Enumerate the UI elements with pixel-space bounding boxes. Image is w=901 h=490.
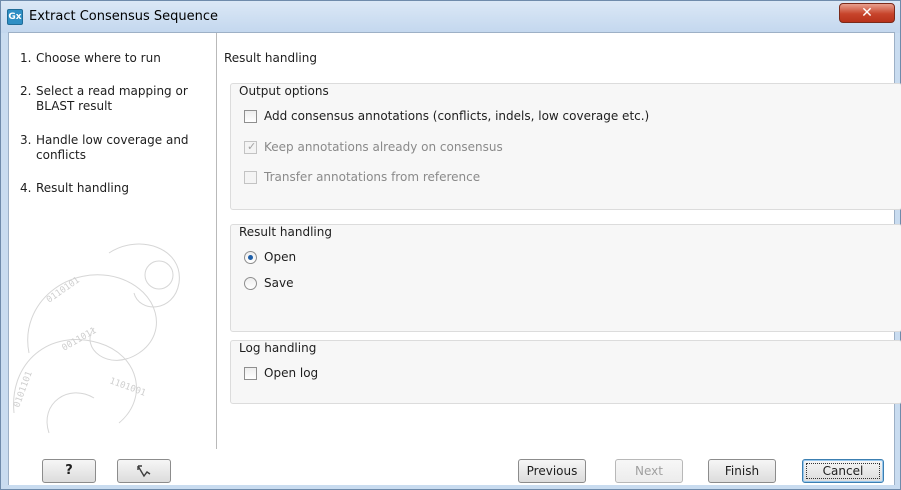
close-button[interactable]: ✕ (839, 3, 895, 23)
dialog-window: Gx Extract Consensus Sequence ✕ 1. Choos… (0, 0, 901, 490)
title-bar[interactable]: Gx Extract Consensus Sequence ✕ (1, 1, 900, 33)
step-number: 3. (20, 133, 32, 147)
svg-text:1101001: 1101001 (108, 376, 147, 398)
output-options-group: Output options Add consensus annotations… (230, 83, 901, 210)
add-consensus-annotations-checkbox[interactable] (244, 110, 257, 123)
open-log-checkbox[interactable] (244, 367, 257, 380)
wizard-steps-panel: 1. Choose where to run 2. Select a read … (9, 33, 217, 449)
group-title: Result handling (239, 225, 332, 239)
button-bar: ? Previous Next Finish Cancel (9, 449, 894, 485)
step-number: 4. (20, 181, 32, 195)
svg-text:0110101: 0110101 (45, 276, 82, 306)
step-number: 2. (20, 84, 32, 98)
decorative-swirl-graphic: 0110101 0011011 0101101 1101001 (12, 243, 180, 434)
result-handling-group: Result handling Open Save (230, 224, 901, 332)
cancel-button[interactable]: Cancel (802, 459, 884, 483)
save-radio[interactable] (244, 277, 257, 290)
dialog-body: 1. Choose where to run 2. Select a read … (8, 32, 901, 485)
help-button[interactable]: ? (42, 459, 96, 483)
window-title: Extract Consensus Sequence (29, 9, 219, 24)
step-number: 1. (20, 51, 32, 65)
step-label: Result handling (36, 181, 129, 195)
focus-ring (806, 463, 880, 479)
option-label: Add consensus annotations (conflicts, in… (264, 109, 650, 123)
transfer-annotations-checkbox (244, 171, 257, 184)
close-icon: ✕ (861, 5, 873, 21)
option-label: Keep annotations already on consensus (264, 140, 503, 154)
previous-button[interactable]: Previous (518, 459, 586, 483)
option-label: Transfer annotations from reference (264, 170, 481, 184)
group-title: Output options (239, 84, 329, 98)
result-handling-panel: Result handling Output options Add conse… (218, 33, 901, 449)
option-label: Save (264, 276, 294, 290)
panel-heading: Result handling (224, 51, 317, 65)
reset-arrow-icon (137, 465, 151, 478)
option-label: Open log (264, 366, 319, 380)
step-label: Choose where to run (36, 51, 161, 65)
finish-button[interactable]: Finish (708, 459, 776, 483)
step-label: Select a read mapping or BLAST result (36, 84, 188, 113)
app-icon: Gx (7, 9, 23, 25)
option-label: Open (264, 250, 297, 264)
reset-button[interactable] (117, 459, 171, 483)
svg-text:0101101: 0101101 (12, 370, 34, 409)
group-title: Log handling (239, 341, 317, 355)
checkmark-icon: ✓ (247, 140, 257, 153)
keep-annotations-checkbox: ✓ (244, 140, 257, 154)
radio-selected-dot (248, 255, 253, 260)
open-radio[interactable] (244, 251, 257, 264)
step-label: Handle low coverage and conflicts (36, 133, 189, 162)
next-button[interactable]: Next (615, 459, 683, 483)
log-handling-group: Log handling Open log (230, 340, 901, 404)
